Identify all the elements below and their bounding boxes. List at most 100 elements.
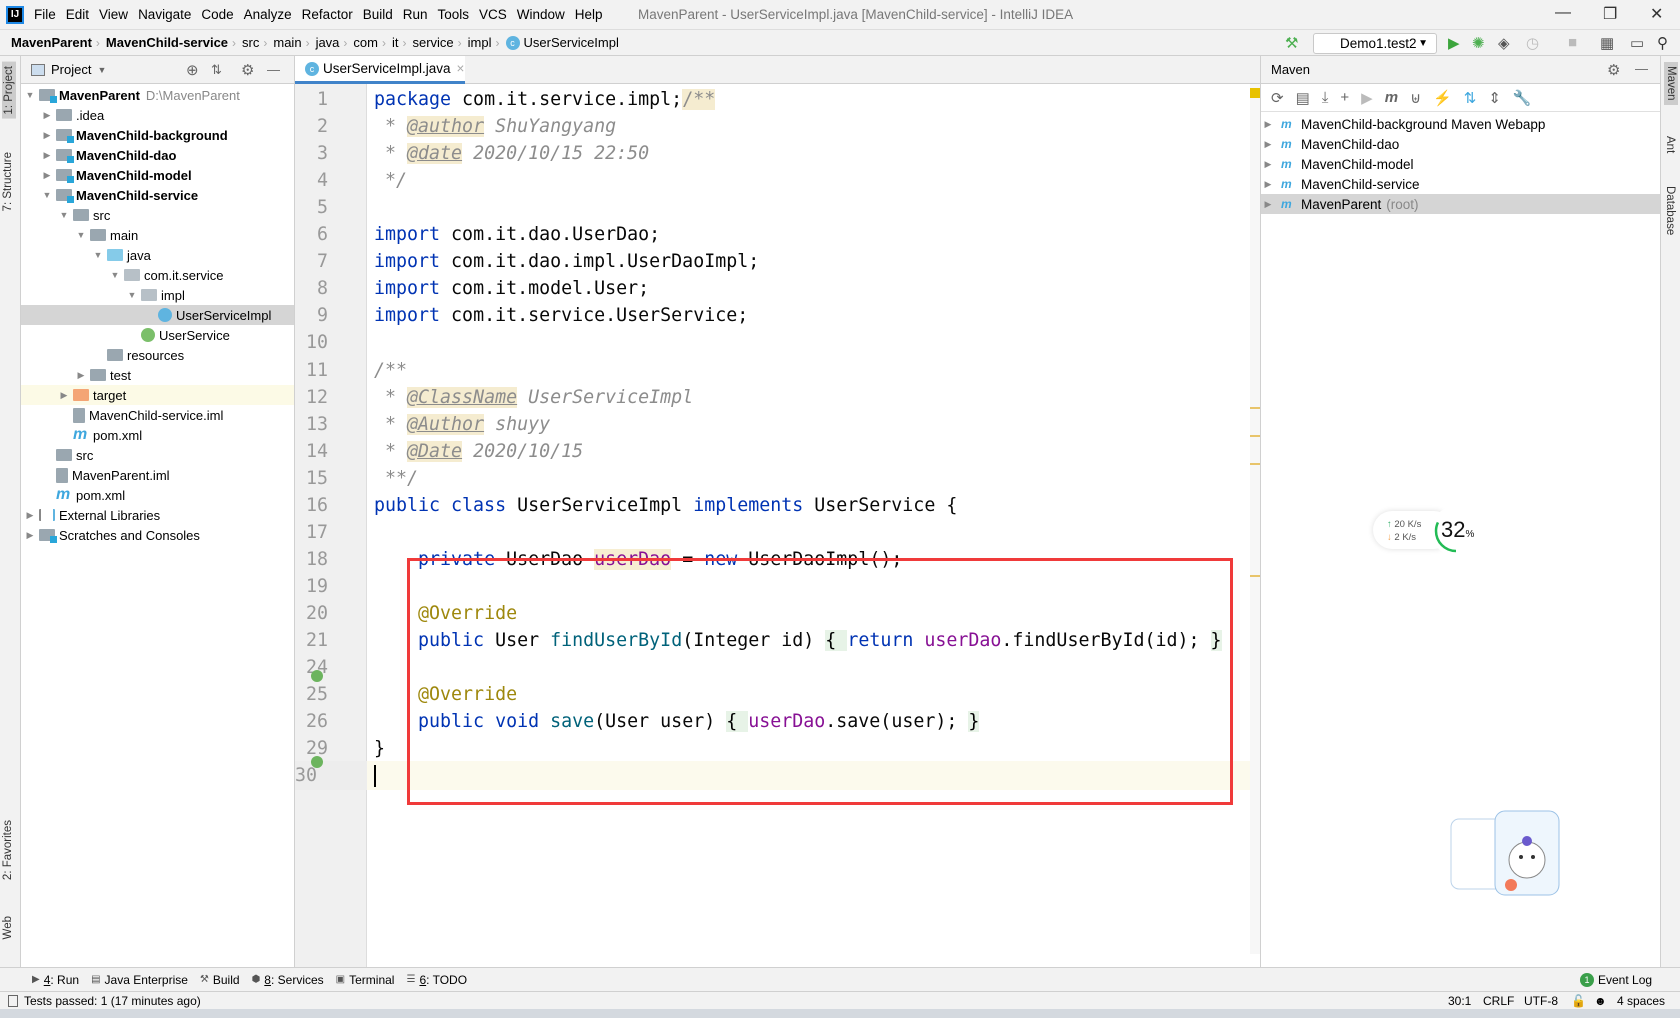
tree-item[interactable]: resources	[21, 345, 294, 365]
chevron-right-icon[interactable]: ▶	[1261, 119, 1275, 130]
tree-item[interactable]: UserServiceImpl	[21, 305, 294, 325]
gear-icon[interactable]: ⚙	[1607, 61, 1620, 79]
chevron-right-icon[interactable]: ▶	[23, 530, 37, 541]
add-icon[interactable]: +	[1340, 89, 1349, 106]
tab-project[interactable]: 1: Project	[2, 62, 16, 119]
breadcrumb-item[interactable]: MavenChild-service	[106, 35, 228, 50]
error-stripe-mark[interactable]	[1250, 463, 1260, 465]
project-view-selector[interactable]: Project	[51, 62, 91, 77]
code-line[interactable]: 2 * @author ShuYangyang	[295, 112, 1250, 141]
menu-build[interactable]: Build	[363, 7, 393, 22]
tree-item[interactable]: ▼ MavenParent D:\MavenParent	[21, 85, 294, 105]
code-line[interactable]: 16 public class UserServiceImpl implement…	[295, 491, 1250, 520]
tool-window-button[interactable]: ⬢ 8: Services	[252, 973, 324, 987]
tree-item[interactable]: src	[21, 445, 294, 465]
tool-window-button[interactable]: ▣ Terminal	[336, 973, 395, 987]
menu-code[interactable]: Code	[201, 7, 233, 22]
code-line[interactable]: 15 **/	[295, 464, 1250, 493]
run-configuration-dropdown[interactable]: Demo1.test2 ▼	[1313, 33, 1437, 54]
code-line[interactable]: 13 * @Author shuyy	[295, 410, 1250, 439]
code-line[interactable]: 12 * @ClassName UserServiceImpl	[295, 383, 1250, 412]
maven-project-item[interactable]: ▶ m MavenChild-model	[1261, 154, 1660, 174]
code-line[interactable]: 17	[295, 518, 1250, 547]
tab-maven[interactable]: Maven	[1664, 62, 1678, 105]
chevron-right-icon[interactable]: ▶	[40, 110, 54, 121]
terminal-icon[interactable]: ▭	[1630, 34, 1644, 52]
code-line[interactable]: 10	[295, 328, 1250, 357]
toggle-offline-icon[interactable]: ⊎	[1410, 89, 1421, 107]
maven-project-item[interactable]: ▶ m MavenChild-dao	[1261, 134, 1660, 154]
tab-database[interactable]: Database	[1664, 186, 1676, 235]
stop-icon[interactable]: ■	[1568, 34, 1577, 51]
chevron-down-icon[interactable]: ▼	[108, 270, 122, 280]
tool-window-button[interactable]: ▶ 4: Run	[32, 973, 79, 987]
download-icon[interactable]: ⤓	[1322, 89, 1329, 106]
hide-panel-icon[interactable]: —	[1635, 61, 1648, 76]
chevron-down-icon[interactable]: ▼	[40, 190, 54, 200]
implements-marker-icon[interactable]	[311, 756, 323, 768]
code-line[interactable]: 7 import com.it.dao.impl.UserDaoImpl;	[295, 247, 1250, 276]
chevron-right-icon[interactable]: ▶	[1261, 139, 1275, 150]
tree-item[interactable]: ▼ MavenChild-service	[21, 185, 294, 205]
implements-marker-icon[interactable]	[311, 670, 323, 682]
toggle-tool-windows-icon[interactable]	[8, 994, 18, 1007]
debug-icon[interactable]: ✺	[1472, 34, 1485, 52]
coverage-icon[interactable]: ◈	[1498, 34, 1510, 52]
chevron-right-icon[interactable]: ▶	[23, 510, 37, 521]
menu-analyze[interactable]: Analyze	[244, 7, 292, 22]
error-stripe-mark[interactable]	[1250, 435, 1260, 437]
line-separator[interactable]: CRLF	[1483, 994, 1514, 1008]
gear-icon[interactable]: ⚙	[241, 61, 254, 79]
breadcrumb-item[interactable]: it	[392, 35, 399, 50]
error-stripe-mark[interactable]	[1250, 407, 1260, 409]
tool-window-button[interactable]: ▤ Java Enterprise	[91, 973, 188, 987]
search-icon[interactable]: ⚲	[1657, 34, 1668, 52]
menu-refactor[interactable]: Refactor	[302, 7, 353, 22]
chevron-right-icon[interactable]: ▶	[1261, 179, 1275, 190]
project-structure-icon[interactable]: ▦	[1600, 34, 1614, 52]
tree-item[interactable]: ▼ java	[21, 245, 294, 265]
code-line[interactable]: 8 import com.it.model.User;	[295, 274, 1250, 303]
breadcrumb-item[interactable]: com	[353, 35, 378, 50]
editor-scrollbar[interactable]	[1250, 84, 1260, 954]
chevron-down-icon[interactable]: ▼	[97, 65, 106, 75]
tree-item[interactable]: ▼ com.it.service	[21, 265, 294, 285]
code-line[interactable]: 3 * @date 2020/10/15 22:50	[295, 139, 1250, 168]
tree-item[interactable]: ▶ Scratches and Consoles	[21, 525, 294, 545]
chevron-down-icon[interactable]: ▼	[57, 210, 71, 220]
run-goal-icon[interactable]: ▶	[1361, 89, 1373, 107]
code-editor[interactable]: c UserServiceImpl.java × 1 package com.it…	[295, 56, 1260, 967]
wrench-icon[interactable]: 🔧	[1513, 89, 1532, 107]
execute-goal-icon[interactable]: m	[1385, 89, 1398, 106]
breadcrumb-item[interactable]: service	[412, 35, 453, 50]
tool-window-button[interactable]: ☰ 6: TODO	[406, 973, 467, 987]
close-tab-icon[interactable]: ×	[457, 61, 465, 76]
chevron-right-icon[interactable]: ▶	[40, 170, 54, 181]
generate-sources-icon[interactable]: ▤	[1296, 89, 1310, 107]
tree-item[interactable]: MavenChild-service.iml	[21, 405, 294, 425]
code-line[interactable]: 1 package com.it.service.impl;/**	[295, 85, 1250, 114]
tree-item[interactable]: m pom.xml	[21, 425, 294, 445]
locate-icon[interactable]: ⊕	[186, 61, 199, 79]
inspector-icon[interactable]: ☻	[1594, 994, 1607, 1008]
code-line[interactable]: 14 * @Date 2020/10/15	[295, 437, 1250, 466]
minimize-button[interactable]: —	[1555, 4, 1571, 22]
menu-navigate[interactable]: Navigate	[138, 7, 191, 22]
code-line[interactable]: 9 import com.it.service.UserService;	[295, 301, 1250, 330]
code-line[interactable]: 6 import com.it.dao.UserDao;	[295, 220, 1250, 249]
tree-item[interactable]: ▶ test	[21, 365, 294, 385]
tab-structure[interactable]: 7: Structure	[2, 152, 14, 211]
menu-tools[interactable]: Tools	[438, 7, 470, 22]
maven-project-item[interactable]: ▶ m MavenChild-background Maven Webapp	[1261, 114, 1660, 134]
menu-window[interactable]: Window	[517, 7, 565, 22]
menu-view[interactable]: View	[99, 7, 128, 22]
collapse-all-icon[interactable]: ⇅	[211, 62, 222, 78]
tree-item[interactable]: ▼ src	[21, 205, 294, 225]
file-encoding[interactable]: UTF-8	[1524, 994, 1558, 1008]
tab-favorites[interactable]: 2: Favorites	[2, 820, 14, 880]
tab-web[interactable]: Web	[2, 916, 14, 939]
close-window-button[interactable]: ✕	[1650, 4, 1663, 24]
caret-position[interactable]: 30:1	[1448, 994, 1471, 1008]
chevron-right-icon[interactable]: ▶	[1261, 159, 1275, 170]
maven-project-item[interactable]: ▶ m MavenChild-service	[1261, 174, 1660, 194]
